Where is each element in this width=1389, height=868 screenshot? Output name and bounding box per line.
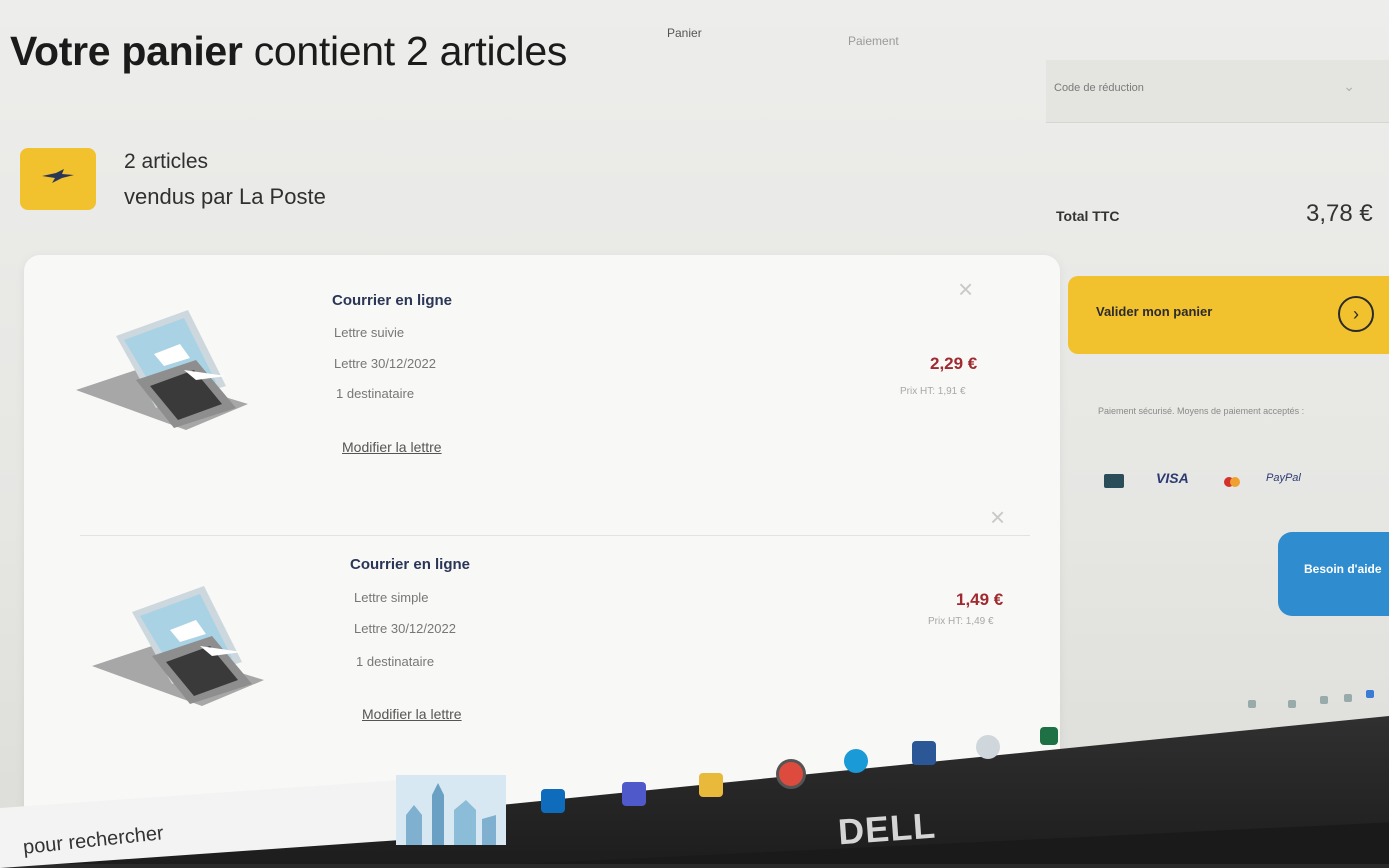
dell-logo: DELL (836, 804, 938, 853)
remove-item-close-icon[interactable]: × (958, 276, 973, 302)
arrow-right-circle-icon: › (1338, 296, 1374, 332)
la-poste-bird-icon (42, 169, 74, 183)
mastercard-icon (1224, 474, 1240, 492)
validate-cart-button[interactable]: Valider mon panier › (1068, 276, 1389, 354)
item-price: 1,49 € (956, 590, 1004, 609)
tray-icon[interactable] (1320, 696, 1328, 704)
remove-item-close-icon[interactable]: × (990, 504, 1005, 530)
word-icon[interactable] (912, 741, 936, 765)
item-price-ht: Prix HT: 1,49 € (928, 616, 994, 627)
settings-icon[interactable] (976, 735, 1000, 759)
teams-icon[interactable] (622, 782, 646, 806)
visa-logo: VISA (1156, 470, 1189, 486)
item-date: Lettre 30/12/2022 (354, 621, 456, 636)
item-title: Courrier en ligne (332, 292, 453, 309)
paypal-logo: PayPal (1266, 472, 1301, 484)
payment-note: Paiement sécurisé. Moyens de paiement ac… (1098, 406, 1305, 416)
network-icon[interactable] (1248, 700, 1256, 708)
promo-code-label: Code de réduction (1054, 82, 1144, 94)
promo-code-field[interactable]: Code de réduction ⌄ (1046, 60, 1389, 123)
outlook-icon[interactable] (541, 789, 565, 813)
tray-icon[interactable] (1344, 694, 1352, 702)
item-price-ht: Prix HT: 1,91 € (900, 386, 966, 397)
item-recipients: 1 destinataire (356, 654, 435, 669)
seller-name: vendus par La Poste (124, 184, 326, 209)
edge-icon[interactable] (844, 749, 868, 773)
help-button[interactable]: Besoin d'aide (1278, 532, 1389, 616)
total-value: 3,78 € (1306, 200, 1373, 227)
item-price: 2,29 € (930, 354, 978, 373)
excel-icon[interactable] (1040, 727, 1058, 745)
laptop-letter-icon (76, 310, 248, 430)
help-button-label: Besoin d'aide (1304, 562, 1382, 576)
total-label: Total TTC (1056, 208, 1120, 224)
chrome-icon[interactable] (776, 759, 806, 789)
chevron-down-icon: ⌄ (1343, 78, 1355, 94)
credit-card-icon (1104, 474, 1124, 488)
item-type: Lettre simple (354, 590, 429, 605)
item-type: Lettre suivie (334, 325, 405, 340)
item-divider (80, 535, 1030, 536)
step-panier: Panier (667, 26, 702, 40)
seller-article-count: 2 articles (124, 150, 209, 173)
item-recipients: 1 destinataire (336, 386, 415, 401)
page-title: Votre panier contient 2 articles (10, 28, 567, 75)
file-explorer-icon[interactable] (699, 773, 723, 797)
tray-icon[interactable] (1366, 690, 1374, 698)
validate-cart-label: Valider mon panier (1096, 304, 1213, 319)
la-poste-logo (20, 148, 96, 210)
step-paiement: Paiement (848, 34, 899, 48)
modify-letter-link[interactable]: Modifier la lettre (342, 439, 442, 455)
search-highlight-city-icon (396, 775, 506, 845)
page-title-bold: Votre panier (10, 28, 243, 74)
item-date: Lettre 30/12/2022 (334, 356, 436, 371)
tray-icon[interactable] (1288, 700, 1296, 708)
laptop-letter-icon (92, 586, 264, 706)
page-title-rest: contient 2 articles (253, 28, 568, 74)
item-title: Courrier en ligne (350, 556, 471, 573)
